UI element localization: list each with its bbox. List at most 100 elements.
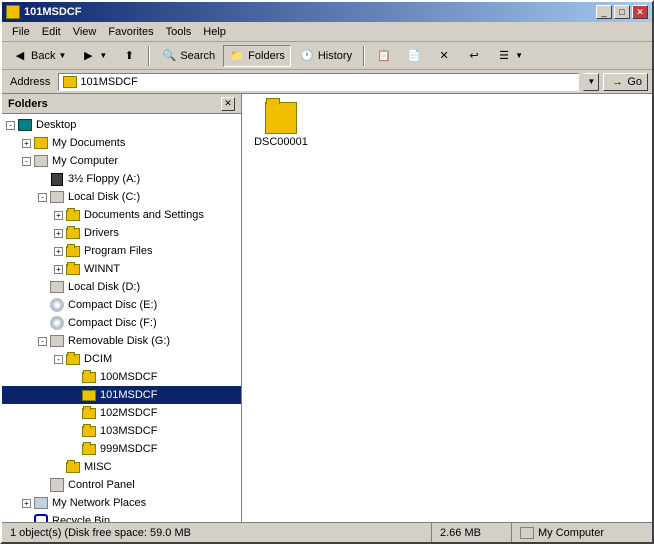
status-computer: My Computer bbox=[512, 523, 652, 542]
file-label-dsc00001: DSC00001 bbox=[254, 136, 308, 148]
maximize-button[interactable]: □ bbox=[614, 5, 630, 19]
separator-2 bbox=[363, 46, 365, 66]
folders-icon: 📁 bbox=[229, 48, 245, 64]
delete-button[interactable]: ✕ bbox=[430, 45, 458, 67]
expand-my-network[interactable]: + bbox=[22, 499, 31, 508]
go-button[interactable]: → Go bbox=[603, 73, 648, 91]
folder-panel-header: Folders ✕ bbox=[2, 94, 241, 114]
tree-item-control-panel[interactable]: Control Panel bbox=[2, 476, 241, 494]
search-button[interactable]: 🔍 Search bbox=[155, 45, 221, 67]
up-button[interactable]: ⬆ bbox=[115, 45, 143, 67]
tree-item-103msdcf[interactable]: 103MSDCF bbox=[2, 422, 241, 440]
tree-label-drivers: Drivers bbox=[84, 227, 119, 239]
forward-icon: ▶ bbox=[80, 48, 96, 64]
folder-icon bbox=[81, 424, 97, 438]
tree-label-local-c: Local Disk (C:) bbox=[68, 191, 140, 203]
menu-help[interactable]: Help bbox=[197, 24, 232, 40]
expand-local-c[interactable]: - bbox=[38, 193, 47, 202]
folder-icon bbox=[65, 244, 81, 258]
menu-file[interactable]: File bbox=[6, 24, 36, 40]
window-controls: _ □ ✕ bbox=[596, 5, 648, 19]
copy-icon: 📄 bbox=[406, 48, 422, 64]
address-field[interactable]: 101MSDCF bbox=[58, 73, 579, 91]
drive-c-icon bbox=[49, 190, 65, 204]
expand-my-computer[interactable]: - bbox=[22, 157, 31, 166]
tree-item-program-files[interactable]: + Program Files bbox=[2, 242, 241, 260]
expand-my-documents[interactable]: + bbox=[22, 139, 31, 148]
folder-icon bbox=[65, 460, 81, 474]
address-value: 101MSDCF bbox=[80, 76, 574, 88]
tree-label-compact-e: Compact Disc (E:) bbox=[68, 299, 157, 311]
status-count-text: 1 object(s) (Disk free space: 59.0 MB bbox=[10, 527, 191, 539]
tree-item-dcim[interactable]: - DCIM bbox=[2, 350, 241, 368]
tree-label-dcim: DCIM bbox=[84, 353, 112, 365]
tree-label-winnt: WINNT bbox=[84, 263, 120, 275]
tree-label-103msdcf: 103MSDCF bbox=[100, 425, 157, 437]
folders-label: Folders bbox=[248, 50, 285, 62]
expand-drivers[interactable]: + bbox=[54, 229, 63, 238]
back-button[interactable]: ◀ Back ▼ bbox=[6, 45, 72, 67]
status-count: 1 object(s) (Disk free space: 59.0 MB bbox=[2, 523, 432, 542]
expand-program-files[interactable]: + bbox=[54, 247, 63, 256]
copy-to-button[interactable]: 📄 bbox=[400, 45, 428, 67]
tree-item-recycle[interactable]: Recycle Bin bbox=[2, 512, 241, 522]
forward-button[interactable]: ▶ ▼ bbox=[74, 45, 113, 67]
history-label: History bbox=[318, 50, 352, 62]
expand-docs-settings[interactable]: + bbox=[54, 211, 63, 220]
history-button[interactable]: 🕐 History bbox=[293, 45, 358, 67]
cd-f-icon bbox=[49, 316, 65, 330]
go-label: Go bbox=[627, 76, 642, 88]
tree-label-101msdcf: 101MSDCF bbox=[100, 389, 157, 401]
tree-label-docs-settings: Documents and Settings bbox=[84, 209, 204, 221]
computer-icon bbox=[33, 154, 49, 168]
views-dropdown-icon: ▼ bbox=[515, 51, 523, 60]
back-dropdown-icon: ▼ bbox=[58, 51, 66, 60]
tree-item-drivers[interactable]: + Drivers bbox=[2, 224, 241, 242]
my-docs-icon bbox=[33, 136, 49, 150]
expand-removable-g[interactable]: - bbox=[38, 337, 47, 346]
folders-button[interactable]: 📁 Folders bbox=[223, 45, 291, 67]
floppy-icon bbox=[49, 172, 65, 186]
close-button[interactable]: ✕ bbox=[632, 5, 648, 19]
tree-item-102msdcf[interactable]: 102MSDCF bbox=[2, 404, 241, 422]
file-item-dsc00001[interactable]: DSC00001 bbox=[246, 98, 316, 152]
search-icon: 🔍 bbox=[161, 48, 177, 64]
address-dropdown-button[interactable]: ▼ bbox=[583, 73, 599, 91]
tree-item-999msdcf[interactable]: 999MSDCF bbox=[2, 440, 241, 458]
undo-button[interactable]: ↩ bbox=[460, 45, 488, 67]
menu-bar: File Edit View Favorites Tools Help bbox=[2, 22, 652, 42]
expand-dcim[interactable]: - bbox=[54, 355, 63, 364]
tree-label-program-files: Program Files bbox=[84, 245, 152, 257]
tree-item-winnt[interactable]: + WINNT bbox=[2, 260, 241, 278]
tree-item-docs-settings[interactable]: + Documents and Settings bbox=[2, 206, 241, 224]
menu-view[interactable]: View bbox=[67, 24, 103, 40]
tree-item-100msdcf[interactable]: 100MSDCF bbox=[2, 368, 241, 386]
tree-item-desktop[interactable]: - Desktop bbox=[2, 116, 241, 134]
tree-item-compact-e[interactable]: Compact Disc (E:) bbox=[2, 296, 241, 314]
drive-d-icon bbox=[49, 280, 65, 294]
tree-item-local-c[interactable]: - Local Disk (C:) bbox=[2, 188, 241, 206]
tree-item-my-computer[interactable]: - My Computer bbox=[2, 152, 241, 170]
tree-item-misc[interactable]: MISC bbox=[2, 458, 241, 476]
expand-winnt[interactable]: + bbox=[54, 265, 63, 274]
menu-edit[interactable]: Edit bbox=[36, 24, 67, 40]
tree-item-101msdcf[interactable]: 101MSDCF bbox=[2, 386, 241, 404]
tree-item-my-network[interactable]: + My Network Places bbox=[2, 494, 241, 512]
minimize-button[interactable]: _ bbox=[596, 5, 612, 19]
history-icon: 🕐 bbox=[299, 48, 315, 64]
back-icon: ◀ bbox=[12, 48, 28, 64]
tree-item-floppy[interactable]: 3½ Floppy (A:) bbox=[2, 170, 241, 188]
tree-item-removable-g[interactable]: - Removable Disk (G:) bbox=[2, 332, 241, 350]
title-bar-left: 101MSDCF bbox=[6, 5, 81, 19]
menu-favorites[interactable]: Favorites bbox=[102, 24, 159, 40]
menu-tools[interactable]: Tools bbox=[160, 24, 198, 40]
expand-desktop[interactable]: - bbox=[6, 121, 15, 130]
tree-item-my-documents[interactable]: + My Documents bbox=[2, 134, 241, 152]
tree-item-compact-f[interactable]: Compact Disc (F:) bbox=[2, 314, 241, 332]
views-button[interactable]: ☰ ▼ bbox=[490, 45, 529, 67]
tree-label-control-panel: Control Panel bbox=[68, 479, 135, 491]
tree-item-local-d[interactable]: Local Disk (D:) bbox=[2, 278, 241, 296]
move-to-button[interactable]: 📋 bbox=[370, 45, 398, 67]
tree-label-recycle: Recycle Bin bbox=[52, 515, 110, 522]
folder-panel-close-button[interactable]: ✕ bbox=[221, 97, 235, 111]
